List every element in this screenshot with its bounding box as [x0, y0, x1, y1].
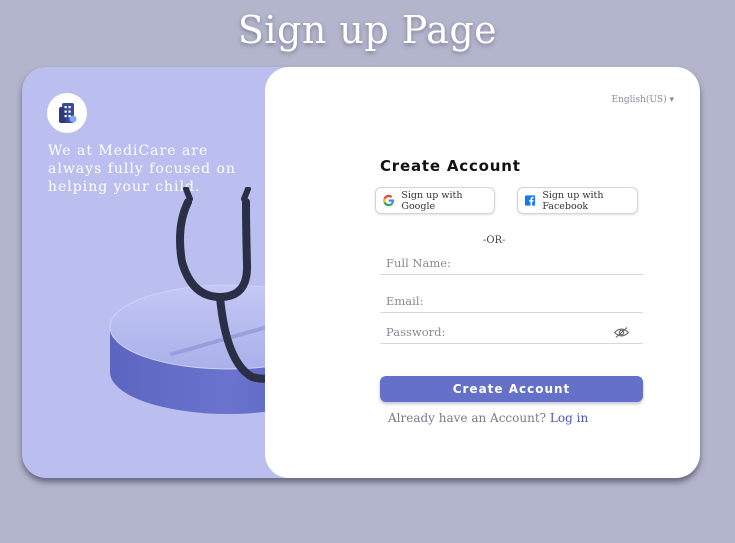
eye-slash-icon[interactable] [614, 326, 629, 339]
login-prompt-row: Already have an Account? Log in [388, 411, 588, 425]
google-signup-button[interactable]: Sign up with Google [375, 187, 495, 214]
google-icon [383, 194, 395, 207]
facebook-icon [525, 195, 536, 206]
page-title: Sign up Page [237, 8, 498, 52]
or-divider: -OR- [483, 235, 506, 246]
create-account-button[interactable]: Create Account [380, 376, 643, 402]
full-name-field [380, 251, 643, 275]
logo [47, 93, 87, 133]
google-button-label: Sign up with Google [401, 189, 463, 212]
full-name-input[interactable] [380, 251, 643, 274]
building-logo-icon [59, 103, 77, 123]
form-title: Create Account [380, 157, 521, 175]
signup-card: We at MediCare are always fully focused … [22, 67, 700, 478]
signup-form-panel: English(US) ▾ Create Account Sign up wit… [265, 67, 700, 478]
email-input[interactable] [380, 289, 643, 312]
language-label: English(US) [611, 95, 667, 105]
email-field [380, 289, 643, 313]
language-select[interactable]: English(US) ▾ [612, 95, 674, 105]
login-prompt: Already have an Account? [388, 411, 547, 425]
chevron-down-icon: ▾ [669, 95, 674, 105]
facebook-button-label: Sign up with Facebook [542, 189, 604, 212]
password-input[interactable] [380, 320, 643, 343]
facebook-signup-button[interactable]: Sign up with Facebook [517, 187, 638, 214]
login-link[interactable]: Log in [550, 411, 588, 425]
password-field [380, 320, 643, 344]
